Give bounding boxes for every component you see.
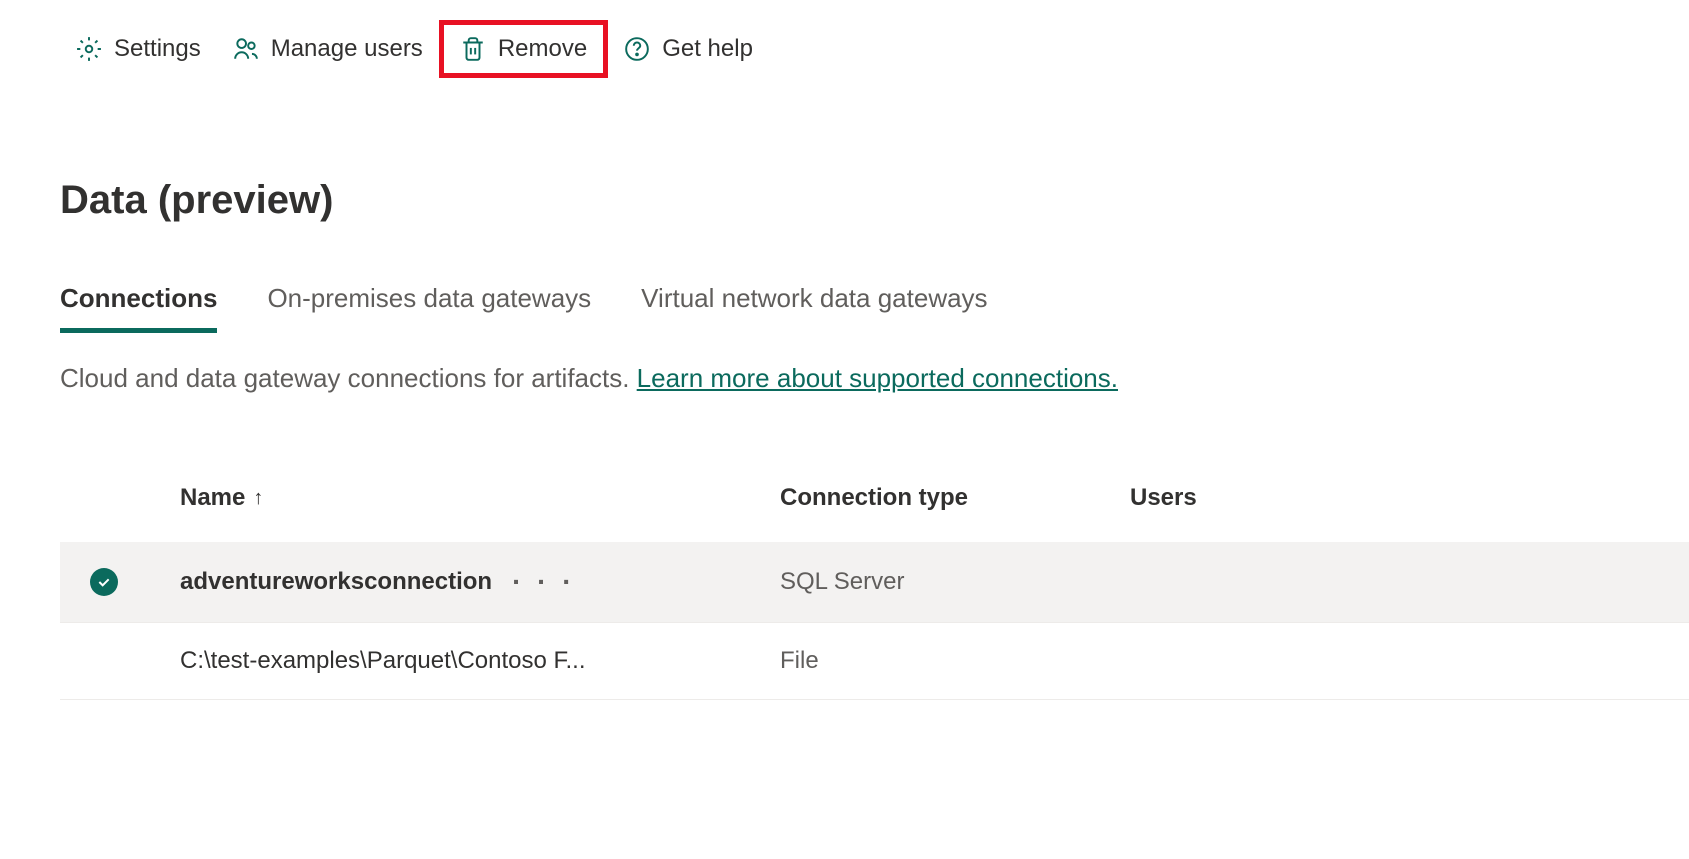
tab-connections[interactable]: Connections	[60, 283, 217, 333]
remove-button[interactable]: Remove	[444, 25, 603, 73]
description-body: Cloud and data gateway connections for a…	[60, 363, 637, 393]
settings-label: Settings	[114, 35, 201, 63]
more-actions-button[interactable]: · · ·	[512, 566, 576, 598]
description-text: Cloud and data gateway connections for a…	[0, 333, 1689, 434]
gear-icon	[76, 36, 102, 62]
learn-more-link[interactable]: Learn more about supported connections.	[637, 363, 1118, 393]
users-icon	[233, 36, 259, 62]
checkmark-icon	[90, 568, 118, 596]
manage-users-button[interactable]: Manage users	[217, 25, 439, 73]
table-row[interactable]: C:\test-examples\Parquet\Contoso F... Fi…	[60, 623, 1689, 700]
tab-on-premises[interactable]: On-premises data gateways	[267, 283, 591, 333]
page-title: Data (preview)	[0, 98, 1689, 263]
help-icon	[624, 36, 650, 62]
connection-type: SQL Server	[780, 568, 1130, 596]
trash-icon	[460, 36, 486, 62]
connection-type: File	[780, 647, 1130, 675]
tab-virtual-network[interactable]: Virtual network data gateways	[641, 283, 987, 333]
column-header-name[interactable]: Name ↑	[180, 484, 780, 512]
toolbar: Settings Manage users Remove	[0, 20, 1689, 98]
remove-highlight-box: Remove	[439, 20, 608, 78]
connections-table: Name ↑ Connection type Users adventurewo…	[0, 434, 1689, 700]
get-help-label: Get help	[662, 35, 753, 63]
tabs-container: Connections On-premises data gateways Vi…	[0, 283, 1689, 333]
remove-label: Remove	[498, 35, 587, 63]
settings-button[interactable]: Settings	[60, 25, 217, 73]
manage-users-label: Manage users	[271, 35, 423, 63]
table-header: Name ↑ Connection type Users	[60, 434, 1689, 542]
table-row[interactable]: adventureworksconnection · · · SQL Serve…	[60, 542, 1689, 623]
connection-name: adventureworksconnection	[180, 568, 492, 596]
get-help-button[interactable]: Get help	[608, 25, 769, 73]
connection-name: C:\test-examples\Parquet\Contoso F...	[180, 647, 586, 675]
sort-arrow-icon: ↑	[253, 487, 263, 510]
column-header-users[interactable]: Users	[1130, 484, 1689, 512]
column-header-type[interactable]: Connection type	[780, 484, 1130, 512]
